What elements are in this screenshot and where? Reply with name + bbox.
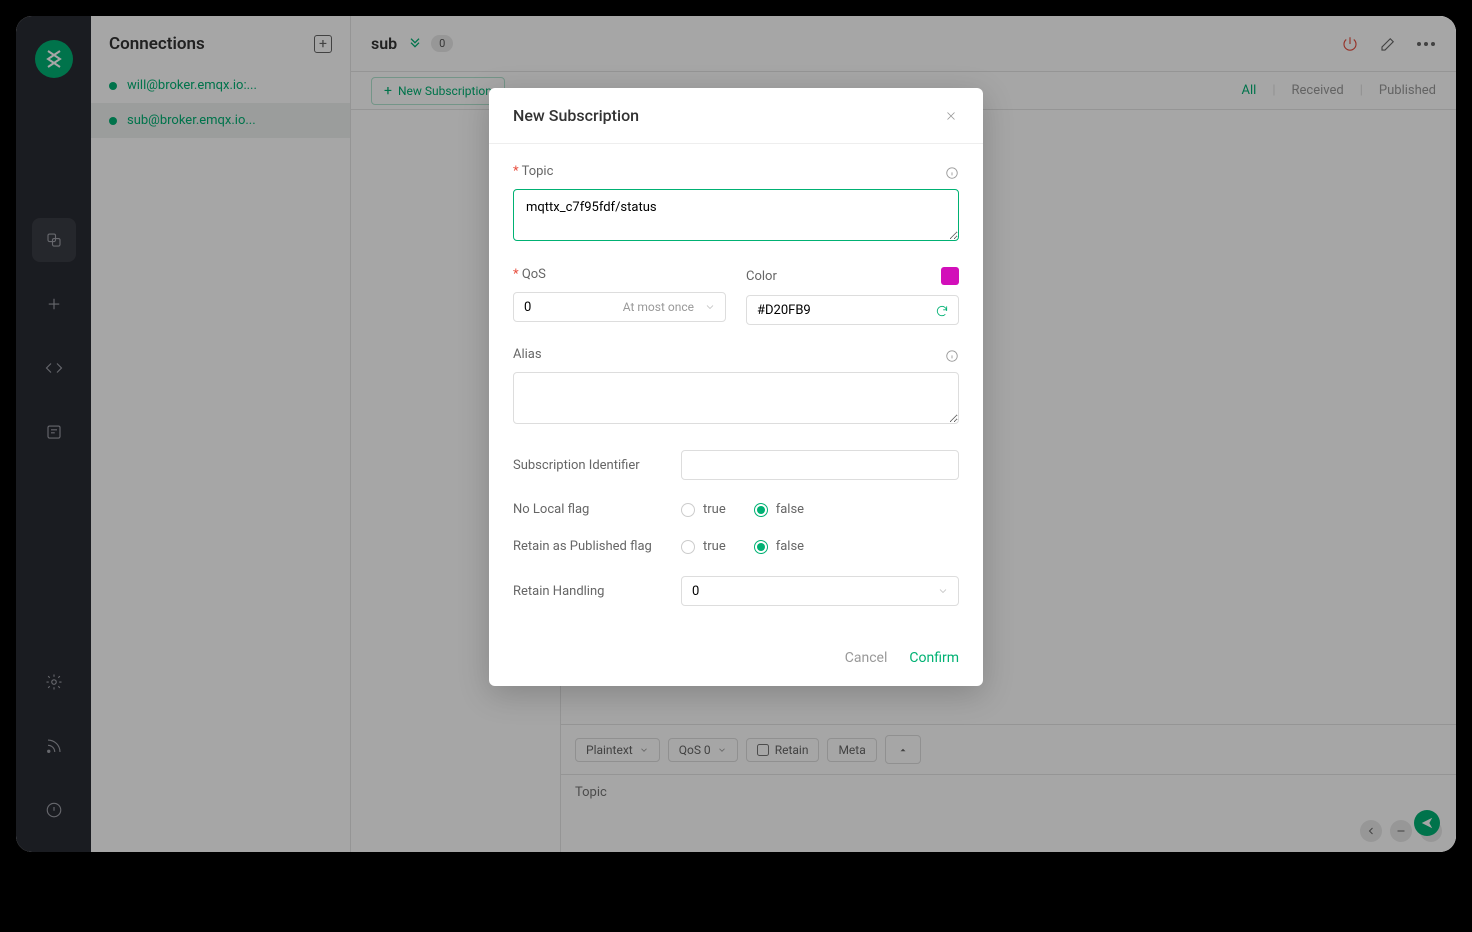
alias-input[interactable] (513, 372, 959, 424)
info-icon[interactable] (945, 165, 959, 179)
sub-id-input[interactable] (681, 450, 959, 480)
color-swatch[interactable] (941, 267, 959, 285)
retain-pub-true-radio[interactable]: true (681, 539, 726, 554)
retain-pub-label: Retain as Published flag (513, 539, 681, 554)
dialog-title: New Subscription (513, 106, 639, 125)
app-window: Connections will@broker.emqx.io:... sub@… (16, 16, 1456, 852)
refresh-color-button[interactable] (935, 303, 949, 317)
topic-label: Topic (513, 164, 553, 179)
topic-input[interactable] (513, 189, 959, 241)
color-label: Color (746, 269, 777, 284)
close-button[interactable] (943, 108, 959, 124)
no-local-true-radio[interactable]: true (681, 502, 726, 517)
dialog-header: New Subscription (489, 88, 983, 144)
cancel-button[interactable]: Cancel (845, 650, 888, 666)
sub-id-label: Subscription Identifier (513, 458, 681, 473)
dialog-body: Topic QoS At most once (489, 144, 983, 636)
color-input[interactable] (746, 295, 959, 325)
qos-select[interactable] (513, 292, 726, 322)
retain-pub-false-radio[interactable]: false (754, 539, 804, 554)
retain-handling-select[interactable] (681, 576, 959, 606)
modal-overlay[interactable]: New Subscription Topic (16, 16, 1456, 852)
qos-label: QoS (513, 267, 546, 282)
new-subscription-dialog: New Subscription Topic (489, 88, 983, 686)
no-local-label: No Local flag (513, 502, 681, 517)
no-local-false-radio[interactable]: false (754, 502, 804, 517)
alias-label: Alias (513, 347, 542, 362)
retain-handling-label: Retain Handling (513, 584, 681, 599)
info-icon[interactable] (945, 348, 959, 362)
dialog-footer: Cancel Confirm (489, 636, 983, 686)
confirm-button[interactable]: Confirm (909, 650, 959, 666)
